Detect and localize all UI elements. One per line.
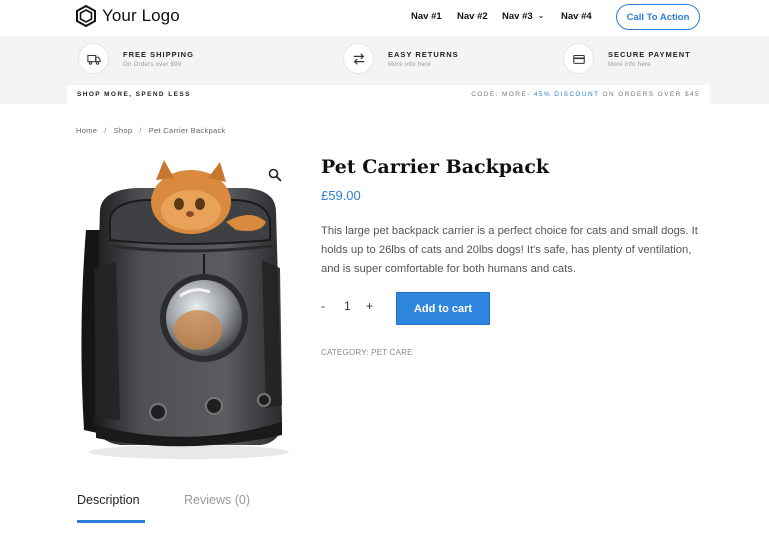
quantity-decrease-button[interactable]: - (321, 299, 325, 313)
hexagon-logo-icon (76, 5, 96, 27)
chevron-down-icon: ⌄ (537, 11, 545, 20)
quantity-increase-button[interactable]: + (366, 299, 373, 313)
logo-text: Your Logo (102, 6, 180, 25)
feature-subtitle: More info here (388, 61, 431, 68)
promo-bar: SHOP MORE, SPEND LESS CODE: MORE- 45% DI… (67, 85, 710, 104)
call-to-action-button[interactable]: Call To Action (616, 4, 700, 30)
quantity-input[interactable]: 1 (344, 299, 351, 313)
promo-discount: 45% DISCOUNT (533, 91, 600, 98)
feature-free-shipping: FREE SHIPPING On Orders over $99 (78, 43, 194, 74)
logo[interactable]: Your Logo (76, 5, 180, 27)
add-to-cart-button[interactable]: Add to cart (396, 292, 490, 325)
promo-code-prefix: CODE: MORE- (471, 91, 531, 98)
product-title: Pet Carrier Backpack (321, 156, 550, 178)
promo-code-suffix: ON ORDERS OVER $45 (602, 91, 700, 98)
feature-title: FREE SHIPPING (123, 49, 194, 59)
product-price: £59.00 (321, 188, 361, 203)
breadcrumb: Home / Shop / Pet Carrier Backpack (76, 126, 226, 135)
feature-title: EASY RETURNS (388, 49, 459, 59)
nav-item-4[interactable]: Nav #4 (561, 11, 592, 22)
feature-secure-payment: SECURE PAYMENT More info here (563, 43, 691, 74)
breadcrumb-shop[interactable]: Shop (114, 126, 133, 135)
nav-item-3[interactable]: Nav #3 ⌄ (502, 11, 544, 22)
credit-card-icon (563, 43, 594, 74)
magnifier-zoom-icon[interactable] (268, 168, 282, 182)
nav-item-3-label: Nav #3 (502, 11, 533, 22)
product-description: This large pet backpack carrier is a per… (321, 225, 698, 276)
product-image[interactable] (76, 150, 298, 462)
breadcrumb-current: Pet Carrier Backpack (148, 126, 226, 135)
active-tab-indicator (77, 520, 145, 523)
promo-code-text: CODE: MORE- 45% DISCOUNT ON ORDERS OVER … (471, 91, 700, 98)
exchange-icon (343, 43, 374, 74)
breadcrumb-home[interactable]: Home (76, 126, 97, 135)
nav-item-2[interactable]: Nav #2 (457, 11, 488, 22)
feature-subtitle: On Orders over $99 (123, 61, 182, 68)
feature-subtitle: More info here (608, 61, 651, 68)
promo-left-text: SHOP MORE, SPEND LESS (77, 91, 191, 98)
tab-reviews[interactable]: Reviews (0) (184, 493, 250, 507)
site-header: Your Logo Nav #1 Nav #2 Nav #3 ⌄ Nav #4 C… (0, 0, 769, 36)
truck-icon (78, 43, 109, 74)
feature-title: SECURE PAYMENT (608, 49, 691, 59)
feature-easy-returns: EASY RETURNS More info here (343, 43, 459, 74)
product-page: Your Logo Nav #1 Nav #2 Nav #3 ⌄ Nav #4 C… (0, 0, 769, 534)
nav-item-1[interactable]: Nav #1 (411, 11, 442, 22)
tab-description[interactable]: Description (77, 493, 140, 507)
product-category[interactable]: CATEGORY: PET CARE (321, 348, 413, 357)
